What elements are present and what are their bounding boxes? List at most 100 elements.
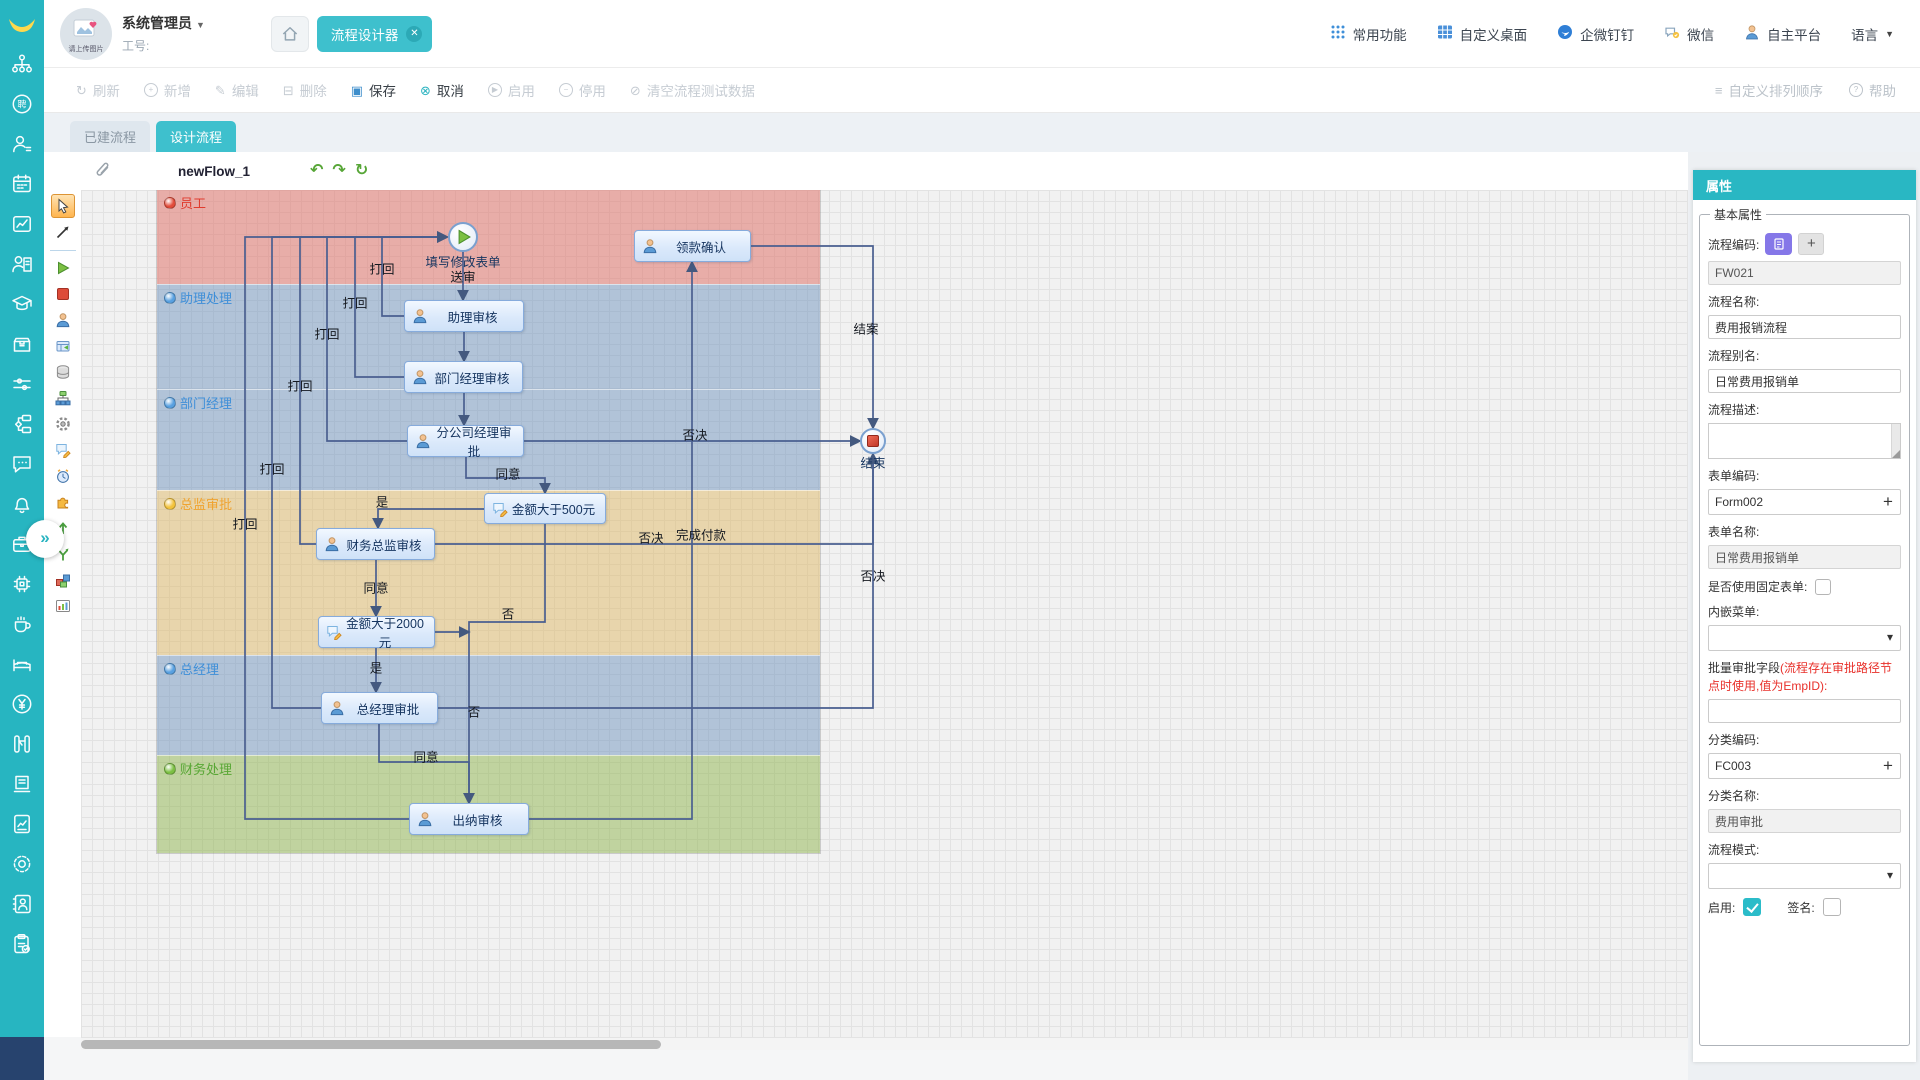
start-node[interactable] bbox=[448, 222, 478, 252]
toolbar-clear-test-data-button[interactable]: ⊘清空流程测试数据 bbox=[630, 80, 755, 100]
close-tab-icon[interactable]: ✕ bbox=[406, 26, 422, 42]
menu-dingtalk[interactable]: 企微钉钉 bbox=[1557, 24, 1634, 44]
avatar[interactable]: 请上传图片 bbox=[60, 8, 112, 60]
flow-node[interactable]: 总经理审批 bbox=[321, 692, 438, 724]
rail-calendar-icon[interactable] bbox=[10, 172, 34, 196]
rail-recruit-icon[interactable]: 聘 bbox=[10, 92, 34, 116]
palette-service-tool[interactable] bbox=[51, 412, 75, 436]
toolbar-enable-button[interactable]: ▶启用 bbox=[488, 80, 535, 100]
toolbar-cancel-button[interactable]: ⊗取消 bbox=[420, 80, 464, 100]
menu-apps-grid[interactable]: 常用功能 bbox=[1330, 24, 1407, 44]
rail-clipboard-check-icon[interactable] bbox=[10, 932, 34, 956]
toolbar-disable-button[interactable]: −停用 bbox=[559, 80, 606, 100]
rail-gate-icon[interactable] bbox=[10, 732, 34, 756]
rail-chat-dots-icon[interactable] bbox=[10, 452, 34, 476]
palette-end-tool[interactable] bbox=[51, 282, 75, 306]
rail-workflow-icon[interactable] bbox=[10, 412, 34, 436]
rail-coin-yuan-icon[interactable] bbox=[10, 692, 34, 716]
rail-sliders-icon[interactable] bbox=[10, 372, 34, 396]
flow-code-picker-button[interactable] bbox=[1765, 233, 1792, 255]
end-node[interactable] bbox=[860, 428, 886, 454]
flow-title: newFlow_1 bbox=[178, 164, 250, 179]
fixed-form-checkbox[interactable] bbox=[1815, 579, 1831, 595]
rail-coffee-icon[interactable] bbox=[10, 612, 34, 636]
flow-code-add-button[interactable]: + bbox=[1798, 233, 1824, 255]
field-label: 批量审批字段(流程存在审批路径节点时使用,值为EmpID): bbox=[1708, 659, 1901, 695]
rail-org-chart-icon[interactable] bbox=[10, 52, 34, 76]
scrollbar-thumb[interactable] bbox=[81, 1040, 661, 1049]
rail-bell-icon[interactable] bbox=[10, 492, 34, 516]
toolbar-custom-sort-button[interactable]: ≡自定义排列顺序 bbox=[1715, 80, 1823, 100]
palette-subflow-tool[interactable] bbox=[51, 386, 75, 410]
tool-palette bbox=[44, 152, 81, 1037]
redo-icon[interactable]: ↷ bbox=[332, 163, 345, 179]
palette-auto-form-tool[interactable] bbox=[51, 334, 75, 358]
toolbar-help-button[interactable]: ?帮助 bbox=[1849, 80, 1896, 100]
toolbar-refresh-button[interactable]: ↻刷新 bbox=[76, 80, 120, 100]
flow-node[interactable]: 部门经理审核 bbox=[404, 361, 523, 393]
rail-user-list-icon[interactable] bbox=[10, 132, 34, 156]
menu-self-platform[interactable]: 自主平台 bbox=[1744, 24, 1821, 44]
enabled-checkbox[interactable] bbox=[1743, 898, 1761, 916]
flow-node[interactable]: 出纳审核 bbox=[409, 803, 529, 835]
flow-desc-textarea[interactable] bbox=[1708, 423, 1901, 459]
app-logo[interactable] bbox=[0, 0, 44, 52]
designer-canvas[interactable]: 员工助理处理部门经理总监审批总经理财务处理送审同意是同意是同意否否结案否决否决否… bbox=[81, 190, 1688, 1037]
menu-wechat[interactable]: 微信 bbox=[1664, 24, 1714, 44]
rail-bed-icon[interactable] bbox=[10, 652, 34, 676]
edge-label: 完成付款 bbox=[676, 525, 726, 544]
batch-approve-input[interactable] bbox=[1708, 699, 1901, 723]
flow-node[interactable]: 助理审核 bbox=[404, 300, 524, 332]
tab-built-flows[interactable]: 已建流程 bbox=[70, 121, 150, 152]
flow-alias-input[interactable] bbox=[1708, 369, 1901, 393]
palette-pointer-tool[interactable] bbox=[51, 194, 75, 218]
add-icon[interactable]: + bbox=[1876, 756, 1900, 776]
undo-icon[interactable]: ↶ bbox=[310, 163, 323, 179]
flow-node[interactable]: 金额大于500元 bbox=[484, 493, 606, 524]
add-icon[interactable]: + bbox=[1876, 492, 1900, 512]
palette-start-tool[interactable] bbox=[51, 256, 75, 280]
tab-design-flow[interactable]: 设计流程 bbox=[156, 121, 236, 152]
rail-gear-icon[interactable] bbox=[10, 852, 34, 876]
palette-blocks-tool[interactable] bbox=[51, 568, 75, 592]
open-tab-flow-designer[interactable]: 流程设计器 ✕ bbox=[317, 16, 433, 52]
rail-chart-board-icon[interactable] bbox=[10, 212, 34, 236]
category-code-input[interactable]: FC003+ bbox=[1708, 753, 1901, 779]
rail-contacts-icon[interactable] bbox=[10, 892, 34, 916]
palette-plugin-tool[interactable] bbox=[51, 490, 75, 514]
form-code-input[interactable]: Form002+ bbox=[1708, 489, 1901, 515]
flow-mode-select[interactable] bbox=[1708, 863, 1901, 889]
toolbar-edit-button[interactable]: ✎编辑 bbox=[215, 80, 259, 100]
sign-checkbox[interactable] bbox=[1823, 898, 1841, 916]
user-task-icon bbox=[415, 433, 431, 449]
toolbar-add-button[interactable]: +新增 bbox=[144, 80, 191, 100]
language-menu[interactable]: 语言▼ bbox=[1851, 24, 1894, 44]
palette-timer-tool[interactable] bbox=[51, 464, 75, 488]
menu-custom-desktop[interactable]: 自定义桌面 bbox=[1437, 24, 1528, 44]
home-button[interactable] bbox=[271, 16, 309, 52]
rail-graduation-icon[interactable] bbox=[10, 292, 34, 316]
flow-node[interactable]: 领款确认 bbox=[634, 230, 751, 262]
flow-node[interactable]: 金额大于2000元 bbox=[318, 616, 435, 648]
palette-database-tool[interactable] bbox=[51, 360, 75, 384]
flow-edges bbox=[81, 190, 1081, 890]
rail-doc-chart-icon[interactable] bbox=[10, 812, 34, 836]
flow-node[interactable]: 分公司经理审批 bbox=[407, 425, 524, 457]
rail-doc-lines-icon[interactable] bbox=[10, 772, 34, 796]
embed-menu-select[interactable] bbox=[1708, 625, 1901, 651]
flow-node[interactable]: 财务总监审核 bbox=[316, 528, 435, 560]
rail-chip-icon[interactable] bbox=[10, 572, 34, 596]
palette-report-tool[interactable] bbox=[51, 594, 75, 618]
toolbar-save-button[interactable]: ▣保存 bbox=[351, 80, 396, 100]
palette-connector-tool[interactable] bbox=[51, 220, 75, 244]
user-menu[interactable]: 系统管理员▼ bbox=[122, 13, 205, 33]
expand-sidebar-button[interactable]: » bbox=[26, 520, 64, 558]
enable-icon: ▶ bbox=[488, 83, 502, 97]
rail-toolbox-icon[interactable] bbox=[10, 332, 34, 356]
palette-message-tool[interactable] bbox=[51, 438, 75, 462]
toolbar-delete-button[interactable]: ⊟删除 bbox=[283, 80, 327, 100]
flow-name-input[interactable] bbox=[1708, 315, 1901, 339]
palette-user-task-tool[interactable] bbox=[51, 308, 75, 332]
rail-user-doc-icon[interactable] bbox=[10, 252, 34, 276]
sync-icon[interactable]: ↻ bbox=[355, 163, 368, 179]
